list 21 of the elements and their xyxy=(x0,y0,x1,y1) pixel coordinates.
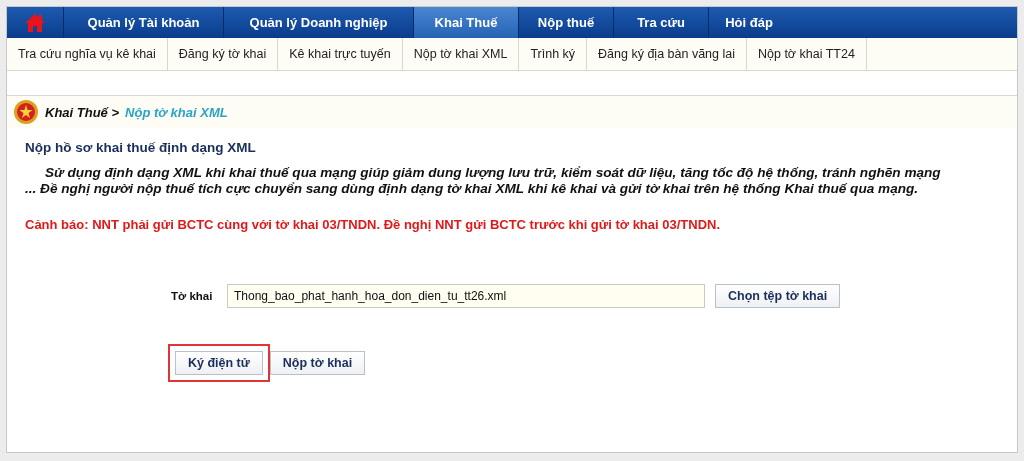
submenu-tab[interactable]: Nộp tờ khai XML xyxy=(402,38,520,70)
breadcrumb-parent[interactable]: Khai Thuế > xyxy=(45,104,120,120)
submenu-tab[interactable]: Trình ký xyxy=(519,38,588,70)
emblem-icon xyxy=(13,99,39,125)
choose-file-button[interactable]: Chọn tệp tờ khai xyxy=(715,284,841,308)
warning-text: Cảnh báo: NNT phải gửi BCTC cùng với tờ khai 03/TNDN. Đề nghị NNT gửi BCTC trước khi gửi tờ khai 03/TNDN. xyxy=(25,217,722,232)
field-label: Tờ khai xyxy=(171,290,214,302)
submenu-tab[interactable]: Nộp tờ khai TT24 xyxy=(747,38,867,70)
action-button[interactable]: Ký điện tử xyxy=(175,351,263,375)
action-button[interactable]: Nộp tờ khai xyxy=(269,351,366,375)
menu-tab[interactable]: Hỏi đáp xyxy=(709,7,789,38)
home-icon[interactable] xyxy=(24,12,46,33)
breadcrumb-current: Nộp tờ khai XML xyxy=(125,104,228,120)
intro-paragraph: Sử dụng định dạng XML khi khai thuế qua mạng giúp giảm dung lượng lưu trữ, kiểm soát dữ liệu, tăng tốc độ hệ thống, tránh nghẽn mạng ... Đề nghị người nộp thuế tích cực chuyển sang dùng định dạng tờ khai XML khi kê khai và gửi tờ khai trên hệ thống Khai thuế qua mạng. xyxy=(25,165,942,197)
submenu-tab[interactable]: Đăng ký tờ khai xyxy=(167,38,279,70)
section-heading: Nộp hồ sơ khai thuế định dạng XML xyxy=(25,140,257,155)
submenu-tab[interactable]: Tra cứu nghĩa vụ kê khai xyxy=(7,38,168,70)
submenu-tab[interactable]: Kê khai trực tuyến xyxy=(278,38,403,70)
file-path-field[interactable]: Thong_bao_phat_hanh_hoa_don_dien_tu_tt26.xml xyxy=(227,284,705,308)
menu-tab[interactable]: Khai Thuế xyxy=(414,7,519,38)
submenu-tab[interactable]: Đăng ký địa bàn vãng lai xyxy=(587,38,747,70)
